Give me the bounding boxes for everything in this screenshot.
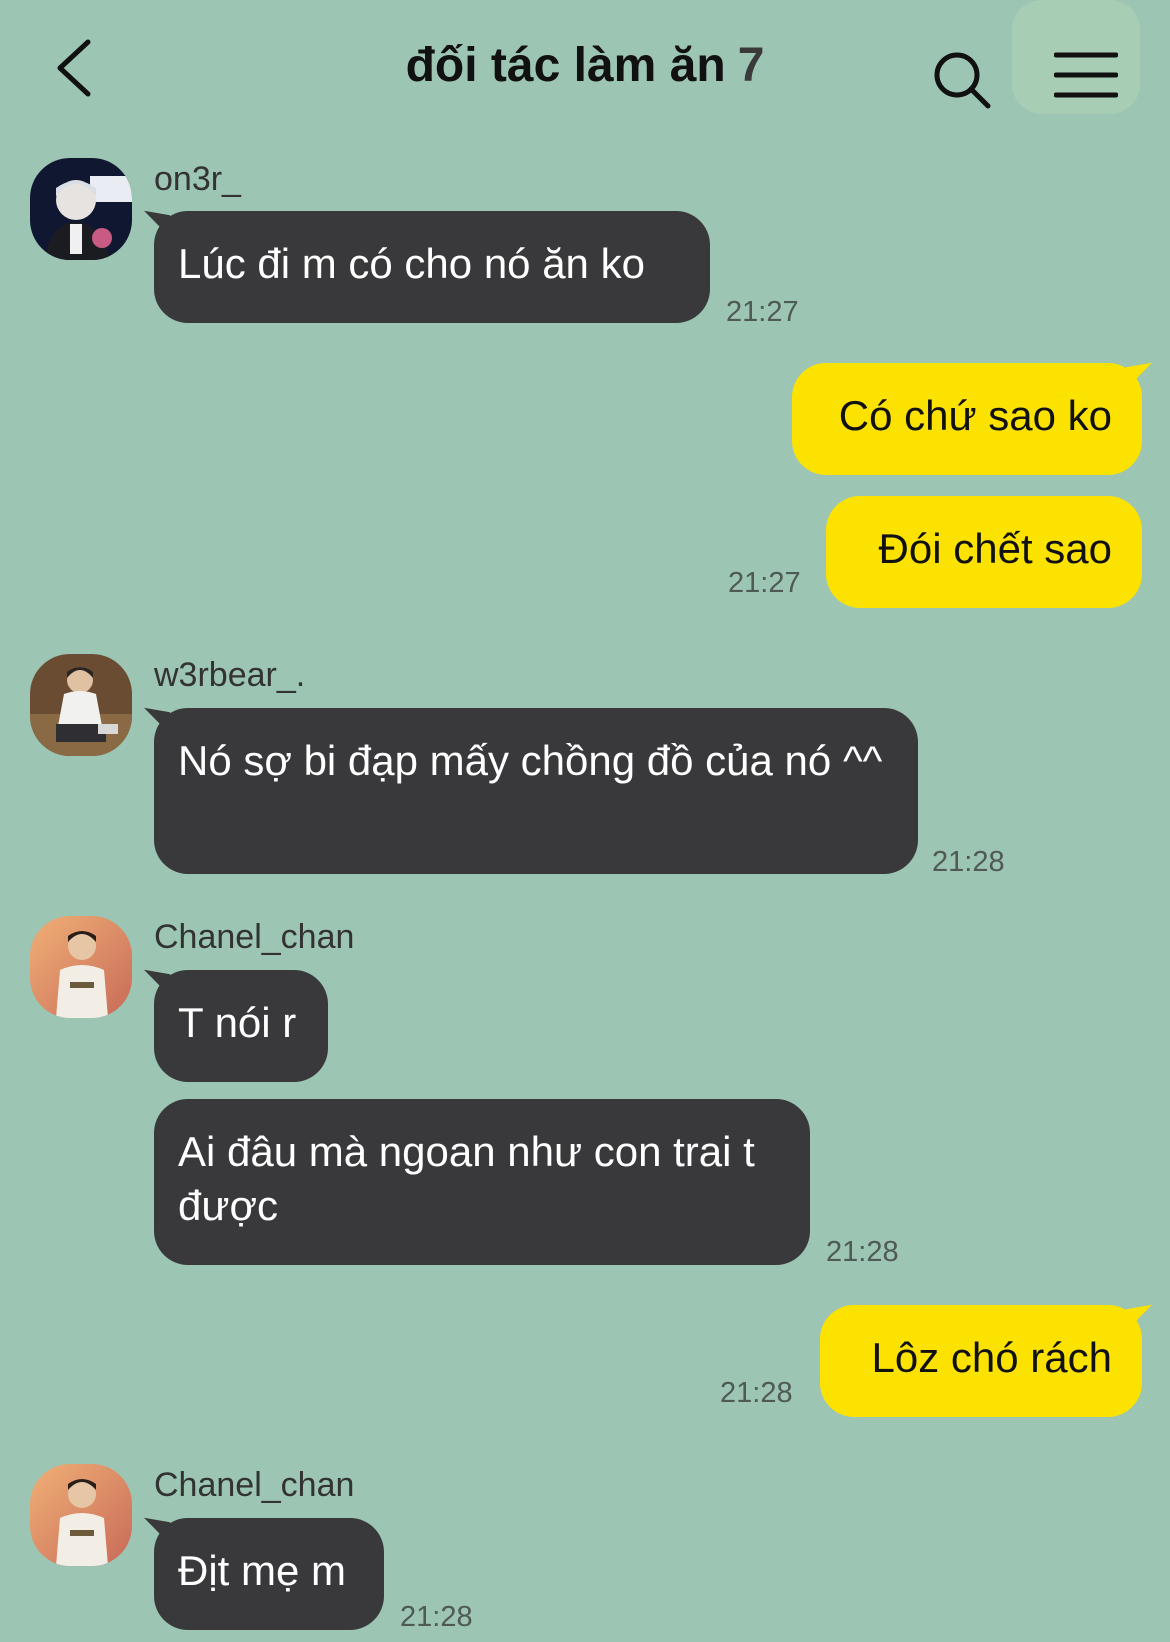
hamburger-menu-icon[interactable] bbox=[1054, 50, 1118, 100]
message-bubble[interactable]: Lôz chó rách bbox=[820, 1304, 1152, 1417]
avatar-image bbox=[30, 1464, 132, 1566]
message-time: 21:28 bbox=[720, 1377, 793, 1409]
message-text: Lúc đi m có cho nó ăn ko bbox=[178, 240, 645, 287]
message-bubble[interactable]: T nói r bbox=[144, 969, 328, 1082]
message-text: T nói r bbox=[178, 999, 297, 1046]
chat-title: đối tác làm ăn 7 bbox=[0, 38, 1170, 93]
avatar-image bbox=[30, 654, 132, 756]
avatar[interactable] bbox=[30, 1464, 132, 1566]
message-time: 21:28 bbox=[932, 846, 1005, 878]
sender-name: Chanel_chan bbox=[154, 918, 355, 956]
avatar[interactable] bbox=[30, 916, 132, 1018]
message-text: Ai đâu mà ngoan như con trai t được bbox=[178, 1128, 755, 1229]
sender-name: Chanel_chan bbox=[154, 1466, 355, 1504]
bubble-tail bbox=[144, 1517, 170, 1545]
avatar[interactable] bbox=[30, 158, 132, 260]
message-text: Đói chết sao bbox=[878, 525, 1112, 572]
message-bubble[interactable]: Ai đâu mà ngoan như con trai t được bbox=[154, 1099, 810, 1265]
bubble-tail bbox=[144, 969, 170, 997]
message-time: 21:27 bbox=[728, 567, 801, 599]
message-bubble[interactable]: Nó sợ bi đạp mấy chồng đồ của nó ^^ bbox=[144, 707, 918, 874]
message-time: 21:27 bbox=[726, 296, 799, 328]
search-icon[interactable] bbox=[932, 50, 992, 110]
message-text: Có chứ sao ko bbox=[838, 392, 1112, 439]
bubble-tail bbox=[1126, 362, 1152, 390]
chat-header: đối tác làm ăn 7 bbox=[0, 0, 1170, 140]
sender-name: w3rbear_. bbox=[154, 656, 306, 694]
message-bubble[interactable]: Đói chết sao bbox=[826, 496, 1142, 608]
message-text: Lôz chó rách bbox=[871, 1334, 1112, 1381]
message-time: 21:28 bbox=[400, 1601, 473, 1633]
bubble-tail bbox=[144, 210, 170, 238]
chat-title-text: đối tác làm ăn bbox=[405, 39, 726, 92]
message-bubble[interactable]: Địt mẹ m bbox=[144, 1517, 384, 1630]
message-bubble[interactable]: Có chứ sao ko bbox=[792, 362, 1152, 475]
sender-name: on3r_ bbox=[154, 160, 241, 198]
member-count: 7 bbox=[737, 39, 765, 92]
message-bubble[interactable]: Lúc đi m có cho nó ăn ko bbox=[144, 210, 710, 323]
bubble-tail bbox=[144, 707, 170, 735]
message-text: Địt mẹ m bbox=[178, 1547, 346, 1594]
avatar-image bbox=[30, 916, 132, 1018]
avatar-image bbox=[30, 158, 132, 260]
avatar[interactable] bbox=[30, 654, 132, 756]
message-text: Nó sợ bi đạp mấy chồng đồ của nó ^^ bbox=[178, 737, 883, 784]
bubble-tail bbox=[1126, 1304, 1152, 1332]
message-time: 21:28 bbox=[826, 1236, 899, 1268]
